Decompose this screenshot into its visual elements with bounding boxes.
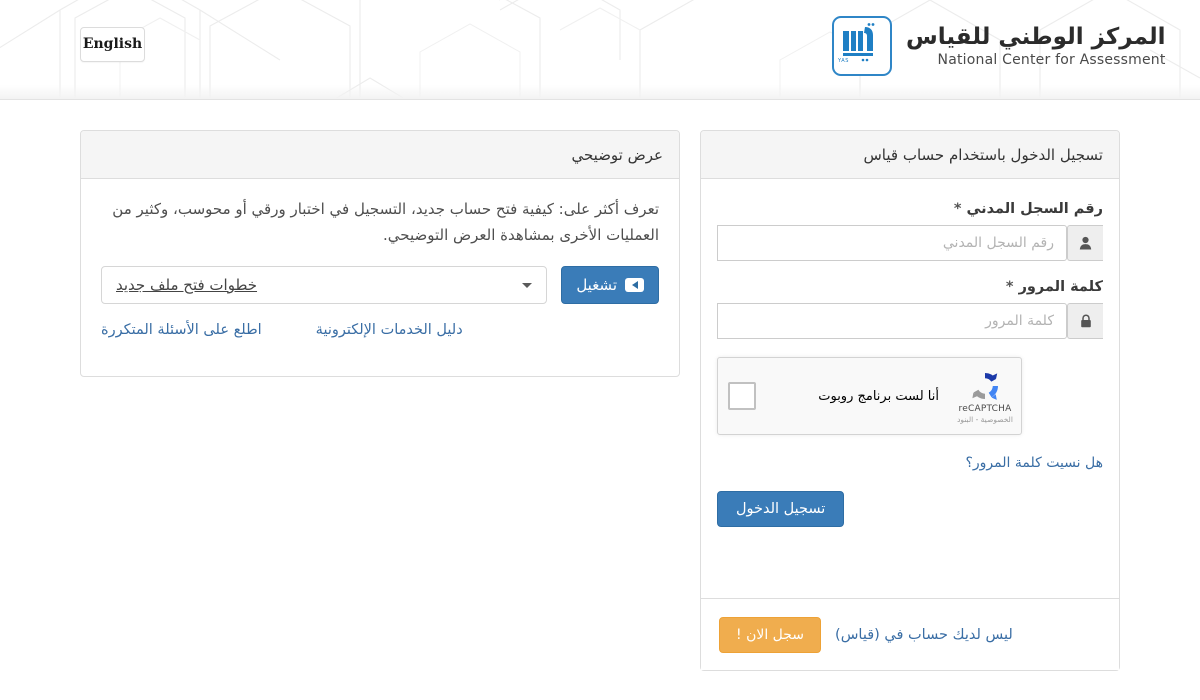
- recaptcha-label: أنا لست برنامج روبوت: [818, 388, 939, 404]
- national-id-required-mark: *: [953, 201, 962, 217]
- forgot-password-link[interactable]: هل نسيت كلمة المرور؟: [717, 455, 1103, 471]
- user-icon: [1067, 225, 1103, 261]
- eservices-guide-link[interactable]: دليل الخدمات الإلكترونية: [316, 322, 463, 338]
- login-panel: تسجيل الدخول باستخدام حساب قياس رقم السج…: [700, 130, 1120, 671]
- recaptcha-branding: reCAPTCHA الخصوصية - البنود: [943, 369, 1021, 424]
- national-id-input[interactable]: [717, 225, 1067, 261]
- recaptcha-widget[interactable]: أنا لست برنامج روبوت reCAPTCHA الخصوصية …: [717, 357, 1022, 435]
- register-now-button[interactable]: سجل الان !: [719, 616, 822, 653]
- play-demo-button[interactable]: تشغيل: [561, 266, 659, 304]
- demo-topic-select-value: خطوات فتح ملف جديد: [116, 276, 258, 294]
- brand-name-english: National Center for Assessment: [937, 52, 1166, 69]
- password-label: كلمة المرور *: [717, 279, 1103, 295]
- recaptcha-checkbox[interactable]: [728, 382, 756, 410]
- play-icon: [625, 278, 644, 292]
- page-content: تسجيل الدخول باستخدام حساب قياس رقم السج…: [0, 100, 1200, 700]
- demo-panel-body: تعرف أكثر على: كيفية فتح حساب جديد، التس…: [81, 179, 679, 358]
- language-switch-button[interactable]: English: [80, 27, 145, 62]
- site-header: English QIYAS المركز الوطني: [0, 0, 1200, 100]
- login-submit-button[interactable]: تسجيل الدخول: [717, 491, 845, 527]
- faq-link[interactable]: اطلع على الأسئلة المتكررة: [101, 322, 262, 338]
- recaptcha-terms: الخصوصية - البنود: [957, 414, 1013, 424]
- chevron-down-icon: [522, 282, 533, 288]
- recaptcha-brand-name: reCAPTCHA: [958, 403, 1012, 414]
- header-bottom-shade: [0, 85, 1200, 99]
- brand-name-arabic: المركز الوطني للقياس: [906, 23, 1166, 50]
- demo-panel: عرض توضيحي تعرف أكثر على: كيفية فتح حساب…: [80, 130, 680, 377]
- demo-controls-row: خطوات فتح ملف جديد تشغيل: [101, 266, 659, 304]
- password-input[interactable]: [717, 303, 1067, 339]
- qiyas-logo-icon: QIYAS: [831, 16, 892, 76]
- play-demo-button-label: تشغيل: [576, 276, 617, 294]
- password-input-group[interactable]: [717, 303, 1103, 339]
- national-id-input-group[interactable]: [717, 225, 1103, 261]
- national-id-label-text: رقم السجل المدني: [966, 201, 1104, 217]
- brand-lockup: QIYAS المركز الوطني للقياس National Cent…: [831, 16, 1166, 76]
- lock-icon: [1067, 303, 1103, 339]
- demo-topic-select[interactable]: خطوات فتح ملف جديد: [101, 266, 548, 304]
- demo-description: تعرف أكثر على: كيفية فتح حساب جديد، التس…: [112, 200, 659, 244]
- login-panel-footer: سجل الان ! ليس لديك حساب في (قياس): [701, 598, 1119, 670]
- password-required-mark: *: [1005, 279, 1014, 295]
- brand-text: المركز الوطني للقياس National Center for…: [906, 23, 1166, 70]
- demo-links: اطلع على الأسئلة المتكررة دليل الخدمات ا…: [101, 322, 659, 338]
- login-panel-title: تسجيل الدخول باستخدام حساب قياس: [701, 131, 1119, 179]
- national-id-label: رقم السجل المدني *: [717, 201, 1103, 217]
- demo-panel-title: عرض توضيحي: [81, 131, 679, 179]
- login-form: رقم السجل المدني * كلمة المرور *: [701, 179, 1119, 527]
- recaptcha-icon: [972, 372, 999, 400]
- no-account-text: ليس لديك حساب في (قياس): [835, 626, 1013, 643]
- svg-text:QIYAS: QIYAS: [838, 58, 849, 64]
- password-label-text: كلمة المرور: [1018, 279, 1103, 295]
